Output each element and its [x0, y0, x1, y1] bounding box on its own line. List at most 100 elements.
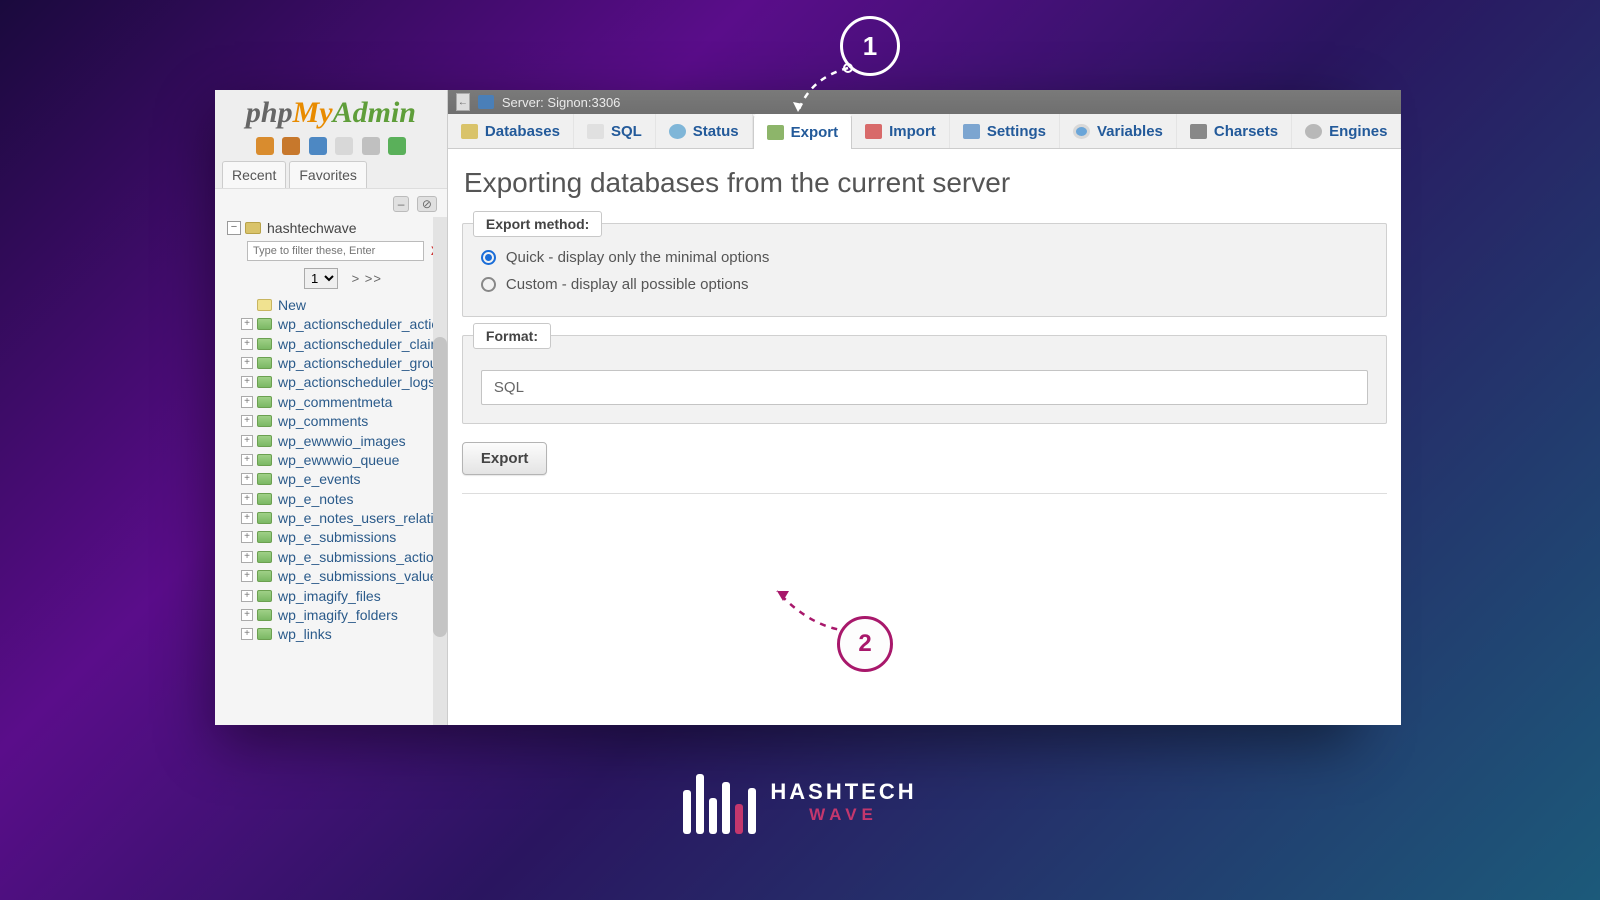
- tab-recent[interactable]: Recent: [222, 161, 286, 188]
- table-icon: [257, 570, 272, 582]
- table-link[interactable]: wp_e_events: [278, 471, 361, 487]
- table-row[interactable]: + wp_e_notes: [239, 489, 447, 508]
- radio-custom-label[interactable]: Custom - display all possible options: [506, 276, 749, 293]
- expand-icon[interactable]: +: [241, 376, 253, 388]
- export-icon: [767, 125, 784, 140]
- expand-icon[interactable]: +: [241, 512, 253, 524]
- table-icon: [257, 493, 272, 505]
- expand-icon[interactable]: +: [241, 415, 253, 427]
- tab-favorites[interactable]: Favorites: [289, 161, 367, 188]
- table-link[interactable]: wp_actionscheduler_group: [278, 355, 445, 371]
- expand-icon[interactable]: +: [241, 473, 253, 485]
- logout-icon[interactable]: [282, 137, 300, 155]
- table-link[interactable]: wp_ewwwio_images: [278, 433, 406, 449]
- table-row[interactable]: + wp_links: [239, 625, 447, 644]
- table-row[interactable]: + wp_e_events: [239, 470, 447, 489]
- expand-icon[interactable]: +: [241, 551, 253, 563]
- help-icon[interactable]: [309, 137, 327, 155]
- radio-custom[interactable]: [481, 277, 496, 292]
- table-row[interactable]: + wp_e_notes_users_relatio: [239, 508, 447, 527]
- tree-collapse-icon[interactable]: −: [227, 221, 241, 235]
- table-icon: [257, 338, 272, 350]
- tab-import[interactable]: Import: [852, 114, 950, 148]
- table-link[interactable]: wp_imagify_folders: [278, 607, 398, 623]
- tab-status[interactable]: Status: [656, 114, 753, 148]
- table-link[interactable]: wp_actionscheduler_claim: [278, 336, 442, 352]
- database-name[interactable]: hashtechwave: [267, 220, 357, 236]
- table-link[interactable]: wp_actionscheduler_logs: [278, 374, 435, 390]
- tab-engines[interactable]: Engines: [1292, 114, 1401, 148]
- table-link[interactable]: wp_e_notes_users_relatio: [278, 510, 441, 526]
- table-link[interactable]: wp_commentmeta: [278, 394, 392, 410]
- table-row[interactable]: + wp_e_submissions_action: [239, 547, 447, 566]
- sidebar-scrollbar[interactable]: [433, 217, 447, 725]
- table-page-next[interactable]: > >>: [352, 271, 382, 286]
- new-table-link[interactable]: New: [278, 297, 306, 313]
- table-link[interactable]: wp_e_submissions_values: [278, 568, 445, 584]
- table-row[interactable]: + wp_ewwwio_queue: [239, 450, 447, 469]
- table-icon: [257, 609, 272, 621]
- table-row[interactable]: + wp_imagify_folders: [239, 605, 447, 624]
- table-link[interactable]: wp_links: [278, 626, 332, 642]
- radio-quick-label[interactable]: Quick - display only the minimal options: [506, 249, 769, 266]
- table-link[interactable]: wp_e_submissions_action: [278, 549, 441, 565]
- expand-icon[interactable]: +: [241, 454, 253, 466]
- expand-icon[interactable]: +: [241, 570, 253, 582]
- table-row[interactable]: + wp_actionscheduler_action: [239, 315, 447, 334]
- tab-databases[interactable]: Databases: [448, 114, 574, 148]
- settings-icon[interactable]: [362, 137, 380, 155]
- format-select[interactable]: SQL: [481, 370, 1369, 405]
- table-link[interactable]: wp_e_submissions: [278, 529, 396, 545]
- home-icon[interactable]: [256, 137, 274, 155]
- phpmyadmin-logo: phpMyAdmin: [215, 90, 447, 133]
- collapse-sidebar-icon[interactable]: ←: [456, 93, 470, 111]
- radio-quick[interactable]: [481, 250, 496, 265]
- table-row[interactable]: + wp_actionscheduler_claim: [239, 334, 447, 353]
- export-method-legend: Export method:: [473, 211, 602, 237]
- status-icon: [669, 124, 686, 139]
- main-panel: ← Server: Signon:3306 Databases SQL Stat…: [448, 90, 1402, 725]
- table-link[interactable]: wp_actionscheduler_action: [278, 316, 447, 332]
- table-row[interactable]: + wp_comments: [239, 411, 447, 430]
- tab-charsets[interactable]: Charsets: [1177, 114, 1292, 148]
- table-row[interactable]: + wp_e_submissions_values: [239, 566, 447, 585]
- export-button[interactable]: Export: [462, 442, 548, 475]
- phpmyadmin-window: phpMyAdmin Recent Favorites – ⊘ − hashte…: [215, 90, 1355, 725]
- expand-icon[interactable]: +: [241, 338, 253, 350]
- table-link[interactable]: wp_comments: [278, 413, 368, 429]
- annotation-step-1: 1: [840, 16, 900, 76]
- table-row[interactable]: + wp_commentmeta: [239, 392, 447, 411]
- table-icon: [257, 454, 272, 466]
- table-page-select[interactable]: 1: [304, 268, 338, 289]
- tab-variables[interactable]: Variables: [1060, 114, 1177, 148]
- expand-icon[interactable]: +: [241, 357, 253, 369]
- tab-sql[interactable]: SQL: [574, 114, 656, 148]
- query-window-icon[interactable]: [335, 137, 353, 155]
- reload-icon[interactable]: [388, 137, 406, 155]
- table-icon: [257, 415, 272, 427]
- expand-icon[interactable]: +: [241, 493, 253, 505]
- table-filter-input[interactable]: [247, 241, 424, 261]
- expand-icon[interactable]: +: [241, 435, 253, 447]
- expand-icon[interactable]: +: [241, 396, 253, 408]
- table-link[interactable]: wp_e_notes: [278, 491, 354, 507]
- format-legend: Format:: [473, 323, 551, 349]
- expand-icon[interactable]: +: [241, 628, 253, 640]
- expand-icon[interactable]: +: [241, 590, 253, 602]
- table-link[interactable]: wp_imagify_files: [278, 588, 381, 604]
- table-row[interactable]: + wp_actionscheduler_group: [239, 353, 447, 372]
- expand-icon[interactable]: +: [241, 609, 253, 621]
- tab-export[interactable]: Export: [753, 114, 853, 149]
- server-label[interactable]: Server: Signon:3306: [502, 95, 621, 110]
- top-nav-tabs: Databases SQL Status Export Import Setti…: [448, 114, 1402, 149]
- collapse-all-icon[interactable]: –: [393, 196, 410, 212]
- table-row[interactable]: + wp_actionscheduler_logs: [239, 373, 447, 392]
- expand-icon[interactable]: +: [241, 318, 253, 330]
- table-link[interactable]: wp_ewwwio_queue: [278, 452, 399, 468]
- tab-settings[interactable]: Settings: [950, 114, 1060, 148]
- table-row[interactable]: + wp_e_submissions: [239, 528, 447, 547]
- expand-icon[interactable]: +: [241, 531, 253, 543]
- table-row[interactable]: + wp_ewwwio_images: [239, 431, 447, 450]
- unlink-icon[interactable]: ⊘: [417, 196, 437, 212]
- table-row[interactable]: + wp_imagify_files: [239, 586, 447, 605]
